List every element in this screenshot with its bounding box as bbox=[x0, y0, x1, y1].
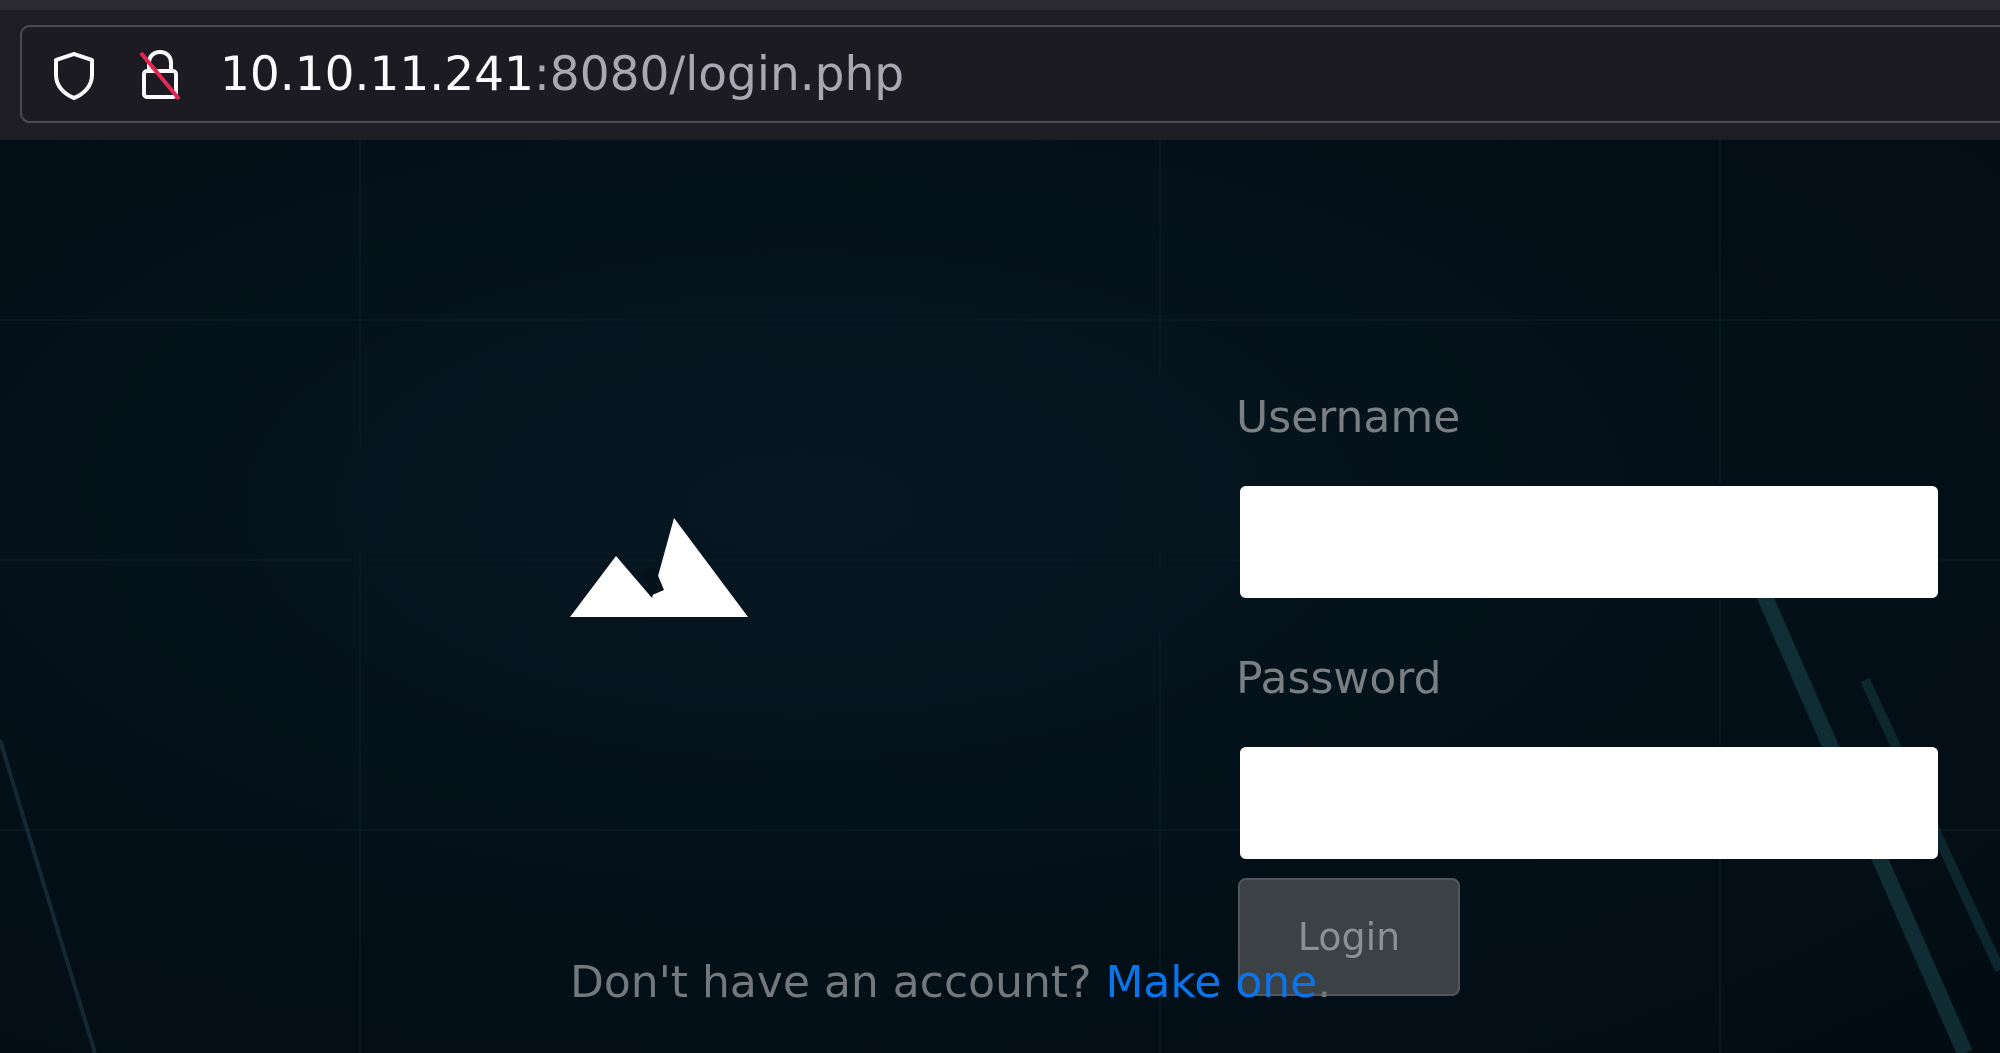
login-page: Username Password Login Don't have an ac… bbox=[0, 140, 2000, 1053]
signup-prompt: Don't have an account? bbox=[570, 957, 1106, 1008]
make-account-link[interactable]: Make one bbox=[1105, 957, 1317, 1008]
password-label: Password bbox=[1236, 653, 1442, 704]
tab-strip-edge bbox=[0, 0, 2000, 10]
browser-toolbar: 10.10.11.241:8080/login.php bbox=[0, 0, 2000, 140]
url-text[interactable]: 10.10.11.241:8080/login.php bbox=[220, 47, 904, 103]
insecure-lock-icon[interactable] bbox=[135, 47, 185, 103]
url-host: 10.10.11.241 bbox=[220, 47, 534, 102]
shield-icon[interactable] bbox=[49, 50, 99, 102]
username-input[interactable] bbox=[1240, 486, 1938, 598]
signup-line: Don't have an account? Make one. bbox=[570, 955, 1331, 1011]
username-label: Username bbox=[1236, 392, 1461, 443]
mountain-logo-icon bbox=[570, 518, 748, 620]
url-path: :8080/login.php bbox=[533, 47, 905, 102]
address-bar[interactable]: 10.10.11.241:8080/login.php bbox=[20, 25, 2000, 123]
signup-suffix: . bbox=[1317, 957, 1332, 1008]
password-input[interactable] bbox=[1240, 747, 1938, 859]
